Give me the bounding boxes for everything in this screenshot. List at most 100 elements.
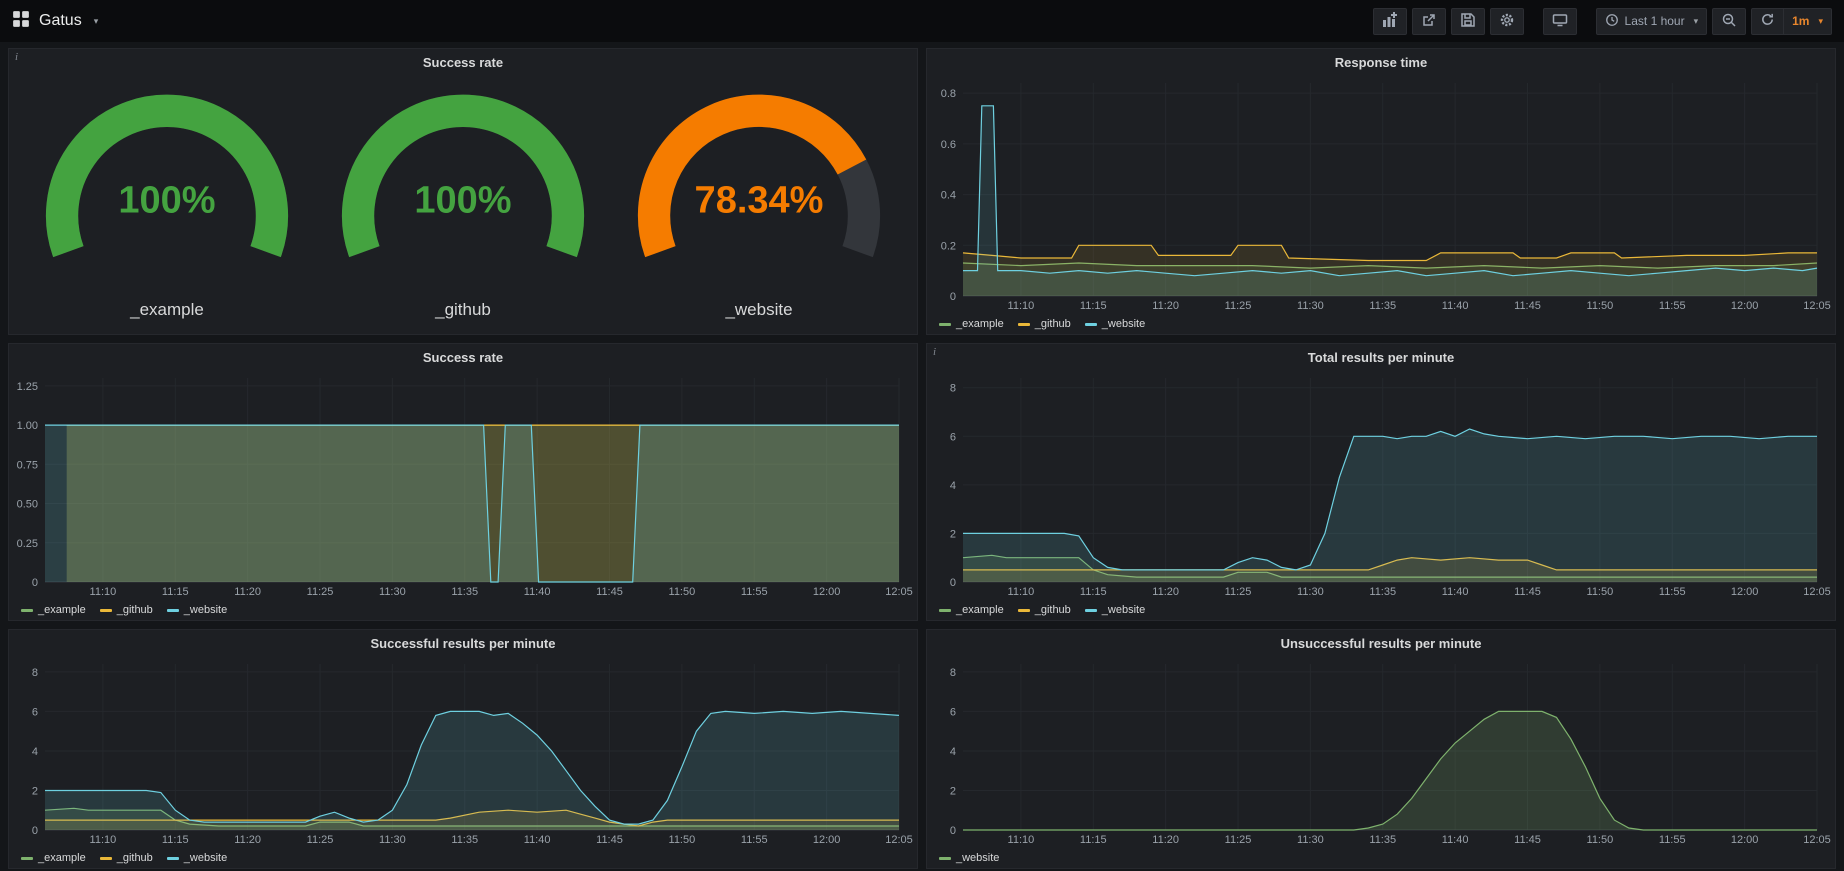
panel-success-rate-timeseries: Success rate 11:1011:1511:2011:2511:3011… bbox=[8, 343, 918, 621]
legend-item-example[interactable]: _example bbox=[21, 604, 86, 616]
svg-text:11:20: 11:20 bbox=[1152, 834, 1179, 846]
svg-text:6: 6 bbox=[950, 706, 956, 718]
share-dashboard-button[interactable] bbox=[1412, 8, 1446, 35]
svg-text:11:45: 11:45 bbox=[1514, 834, 1541, 846]
svg-text:11:35: 11:35 bbox=[1369, 586, 1396, 598]
navbar: Gatus ▾ bbox=[0, 0, 1844, 42]
legend-label: _website bbox=[1102, 604, 1145, 616]
panel-info-icon[interactable] bbox=[933, 346, 945, 358]
panel-success-rate-gauges: Success rate 100% _example 100% _github … bbox=[8, 48, 918, 335]
unsuccessful-results-chart[interactable]: 11:1011:1511:2011:2511:3011:3511:4011:45… bbox=[927, 656, 1835, 848]
svg-text:11:20: 11:20 bbox=[234, 586, 261, 598]
legend-item-github[interactable]: _github bbox=[1018, 604, 1071, 616]
svg-text:11:10: 11:10 bbox=[1008, 586, 1035, 598]
dashboard-grid: Success rate 100% _example 100% _github … bbox=[0, 42, 1844, 869]
zoom-out-icon bbox=[1721, 12, 1737, 31]
chevron-down-icon: ▾ bbox=[1818, 16, 1823, 27]
apps-grid-icon[interactable] bbox=[12, 10, 30, 33]
legend-label: _example bbox=[956, 604, 1004, 616]
gauge-value: 100% bbox=[118, 179, 215, 222]
successful-results-chart[interactable]: 11:1011:1511:2011:2511:3011:3511:4011:45… bbox=[9, 656, 917, 848]
panel-header[interactable]: Unsuccessful results per minute bbox=[927, 630, 1835, 656]
legend-item-website[interactable]: _website bbox=[1085, 604, 1145, 616]
svg-text:12:00: 12:00 bbox=[1731, 300, 1759, 312]
legend-item-website[interactable]: _website bbox=[167, 852, 227, 864]
gauge-label: _website bbox=[725, 296, 792, 324]
legend-item-github[interactable]: _github bbox=[1018, 318, 1071, 330]
clock-icon bbox=[1605, 13, 1619, 30]
svg-text:12:05: 12:05 bbox=[1803, 834, 1831, 846]
panel-header[interactable]: Response time bbox=[927, 49, 1835, 75]
panel-header[interactable]: Success rate bbox=[9, 49, 917, 75]
legend-item-github[interactable]: _github bbox=[100, 852, 153, 864]
panel-header[interactable]: Success rate bbox=[9, 344, 917, 370]
panel-header[interactable]: Successful results per minute bbox=[9, 630, 917, 656]
panel-title[interactable]: Success rate bbox=[423, 55, 503, 70]
add-panel-button[interactable] bbox=[1373, 8, 1407, 35]
gauge-github: 100% _github bbox=[315, 79, 611, 324]
total-results-chart[interactable]: 11:1011:1511:2011:2511:3011:3511:4011:45… bbox=[927, 370, 1835, 600]
gauge-label: _example bbox=[130, 296, 204, 324]
svg-text:12:05: 12:05 bbox=[885, 834, 913, 846]
dashboard-settings-button[interactable] bbox=[1490, 8, 1524, 35]
panel-response-time: Response time 11:1011:1511:2011:2511:301… bbox=[926, 48, 1836, 335]
svg-text:12:05: 12:05 bbox=[1803, 300, 1831, 312]
chevron-down-icon: ▾ bbox=[1694, 16, 1699, 27]
dashboard-title-button[interactable]: Gatus ▾ bbox=[12, 10, 98, 33]
gauge-arc: 100% bbox=[19, 79, 315, 296]
legend-swatch bbox=[167, 609, 179, 612]
legend-item-example[interactable]: _example bbox=[939, 604, 1004, 616]
legend-swatch bbox=[1085, 609, 1097, 612]
legend-item-website[interactable]: _website bbox=[1085, 318, 1145, 330]
panel-title[interactable]: Successful results per minute bbox=[371, 636, 556, 651]
legend-label: _github bbox=[1035, 604, 1071, 616]
legend-item-website[interactable]: _website bbox=[167, 604, 227, 616]
chevron-down-icon: ▾ bbox=[94, 16, 99, 27]
svg-text:1.00: 1.00 bbox=[17, 420, 38, 432]
zoom-out-button[interactable] bbox=[1712, 8, 1746, 35]
svg-text:11:55: 11:55 bbox=[1659, 586, 1686, 598]
time-picker-button[interactable]: Last 1 hour ▾ bbox=[1596, 8, 1708, 35]
legend-item-github[interactable]: _github bbox=[100, 604, 153, 616]
panel-info-icon[interactable] bbox=[15, 51, 27, 63]
success-rate-chart[interactable]: 11:1011:1511:2011:2511:3011:3511:4011:45… bbox=[9, 370, 917, 600]
svg-text:11:50: 11:50 bbox=[669, 586, 696, 598]
svg-text:0.6: 0.6 bbox=[941, 139, 956, 151]
panel-successful-results: Successful results per minute 11:1011:15… bbox=[8, 629, 918, 869]
refresh-interval-picker[interactable]: 1m ▾ bbox=[1784, 8, 1832, 35]
svg-text:12:05: 12:05 bbox=[885, 586, 913, 598]
svg-text:11:50: 11:50 bbox=[1587, 834, 1614, 846]
svg-text:4: 4 bbox=[950, 746, 956, 758]
gauge-example: 100% _example bbox=[19, 79, 315, 324]
svg-text:11:10: 11:10 bbox=[90, 586, 117, 598]
svg-text:12:00: 12:00 bbox=[1731, 834, 1759, 846]
panel-title[interactable]: Success rate bbox=[423, 350, 503, 365]
legend-label: _example bbox=[956, 318, 1004, 330]
dashboard-title[interactable]: Gatus bbox=[39, 12, 82, 30]
svg-text:11:30: 11:30 bbox=[379, 586, 406, 598]
time-range-label: Last 1 hour bbox=[1625, 14, 1685, 28]
legend-swatch bbox=[1085, 323, 1097, 326]
gauge-arc: 78.34% bbox=[611, 79, 907, 296]
cycle-view-mode-button[interactable] bbox=[1543, 8, 1577, 35]
svg-text:0: 0 bbox=[32, 577, 38, 589]
legend-item-example[interactable]: _example bbox=[939, 318, 1004, 330]
svg-text:11:30: 11:30 bbox=[1297, 586, 1324, 598]
svg-text:11:20: 11:20 bbox=[1152, 586, 1179, 598]
svg-text:11:50: 11:50 bbox=[1587, 300, 1614, 312]
legend-item-example[interactable]: _example bbox=[21, 852, 86, 864]
legend-item-website[interactable]: _website bbox=[939, 852, 999, 864]
svg-text:0.25: 0.25 bbox=[17, 538, 38, 550]
panel-title[interactable]: Unsuccessful results per minute bbox=[1281, 636, 1482, 651]
legend-label: _github bbox=[117, 604, 153, 616]
panel-header[interactable]: Total results per minute bbox=[927, 344, 1835, 370]
monitor-icon bbox=[1552, 12, 1568, 31]
panel-title[interactable]: Total results per minute bbox=[1308, 350, 1454, 365]
gauge-website: 78.34% _website bbox=[611, 79, 907, 324]
panel-title[interactable]: Response time bbox=[1335, 55, 1427, 70]
legend-label: _github bbox=[1035, 318, 1071, 330]
save-dashboard-button[interactable] bbox=[1451, 8, 1485, 35]
response-time-chart[interactable]: 11:1011:1511:2011:2511:3011:3511:4011:45… bbox=[927, 75, 1835, 314]
refresh-button[interactable] bbox=[1751, 8, 1784, 35]
svg-text:6: 6 bbox=[950, 431, 956, 443]
